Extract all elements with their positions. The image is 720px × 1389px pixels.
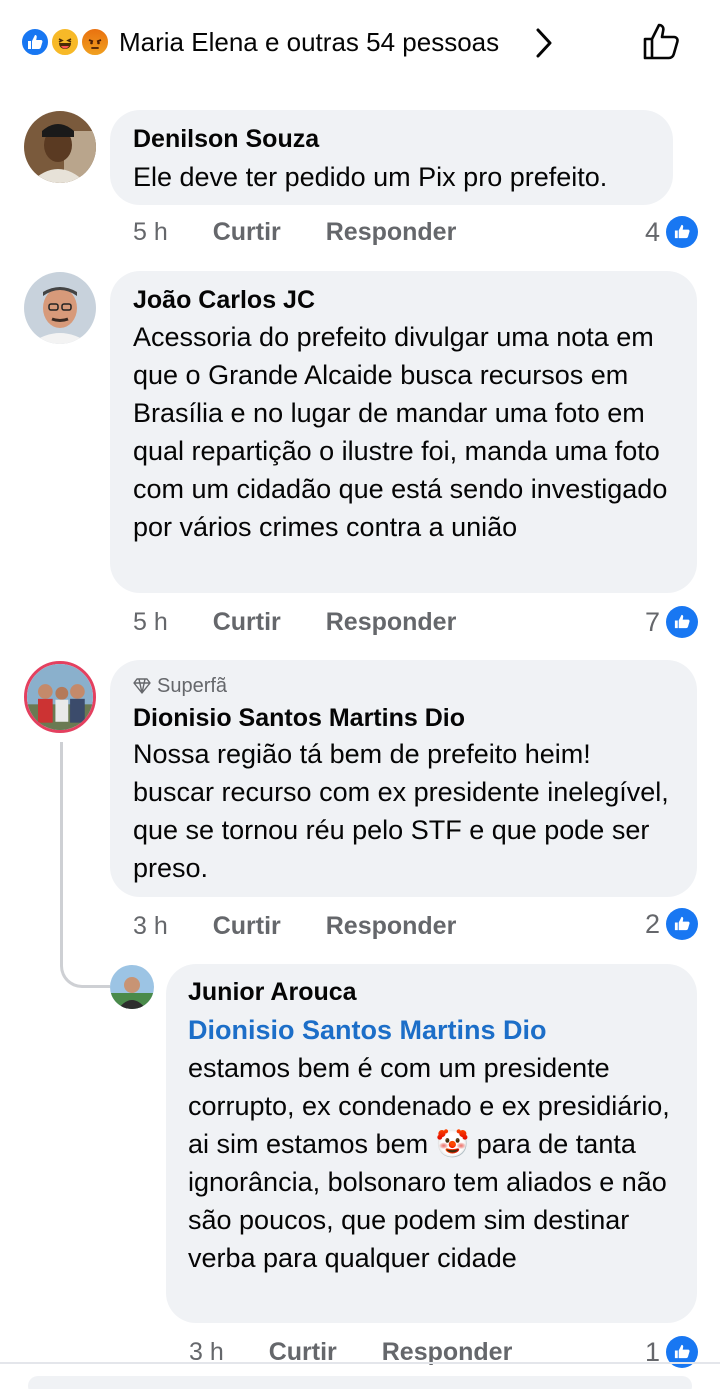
- reactions-summary-row[interactable]: Maria Elena e outras 54 pessoas: [0, 0, 720, 86]
- like-icon: [666, 606, 698, 638]
- comment-author[interactable]: Denilson Souza: [133, 123, 319, 155]
- comment-bubble: João Carlos JC Acessoria do prefeito div…: [110, 271, 697, 593]
- comment-author[interactable]: João Carlos JC: [133, 284, 315, 316]
- like-icon: [666, 216, 698, 248]
- avatar[interactable]: [110, 965, 154, 1009]
- like-button[interactable]: Curtir: [213, 910, 281, 942]
- diamond-icon: [133, 678, 151, 694]
- chevron-right-icon[interactable]: [530, 27, 558, 59]
- mention-link[interactable]: Dionisio Santos Martins Dio: [188, 1015, 547, 1045]
- top-fan-label: Superfã: [157, 675, 228, 697]
- like-count: 7: [644, 607, 660, 637]
- comment-time: 5 h: [133, 608, 168, 636]
- like-icon: [666, 908, 698, 940]
- comment-text: Ele deve ter pedido um Pix pro prefeito.: [133, 162, 608, 192]
- reply-text: Dionisio Santos Martins Dio estamos bem …: [188, 1011, 678, 1277]
- reply-button[interactable]: Responder: [326, 910, 457, 942]
- comment-text: Nossa região tá bem de prefeito heim! bu…: [133, 739, 669, 883]
- top-fan-badge: Superfã: [133, 673, 227, 699]
- comment-actions: 5 h Curtir Responder: [133, 606, 456, 638]
- comment-time: 5 h: [133, 218, 168, 246]
- comment-bubble: Denilson Souza Ele deve ter pedido um Pi…: [110, 110, 673, 205]
- reply-bubble: Junior Arouca Dionisio Santos Martins Di…: [166, 964, 697, 1323]
- angry-reaction-icon: [80, 27, 110, 57]
- comment-text: Acessoria do prefeito divulgar uma nota …: [133, 322, 668, 542]
- reply-button[interactable]: Responder: [326, 216, 457, 248]
- reaction-icons: [20, 27, 116, 57]
- reactors-summary-text[interactable]: Maria Elena e outras 54 pessoas: [119, 25, 499, 59]
- comment-actions: 5 h Curtir Responder: [133, 216, 456, 248]
- reaction-count[interactable]: 7: [620, 606, 698, 638]
- like-count: 4: [644, 217, 660, 247]
- avatar[interactable]: [24, 272, 96, 344]
- like-outline-icon[interactable]: [640, 20, 684, 64]
- comment-author[interactable]: Dionisio Santos Martins Dio: [133, 702, 465, 734]
- comment-actions: 3 h Curtir Responder: [133, 910, 456, 942]
- like-button[interactable]: Curtir: [213, 216, 281, 248]
- reply-button[interactable]: Responder: [326, 606, 457, 638]
- divider: [0, 1362, 720, 1364]
- like-count: 2: [644, 909, 660, 939]
- like-button[interactable]: Curtir: [213, 606, 281, 638]
- like-reaction-icon: [20, 27, 50, 57]
- reaction-count[interactable]: 2: [620, 908, 698, 940]
- avatar[interactable]: [24, 661, 96, 733]
- haha-reaction-icon: [50, 27, 80, 57]
- avatar[interactable]: [24, 111, 96, 183]
- comment-author[interactable]: Junior Arouca: [188, 976, 357, 1008]
- reaction-count[interactable]: 4: [620, 216, 698, 248]
- comment-input-bar[interactable]: [28, 1376, 692, 1389]
- comment-time: 3 h: [133, 912, 168, 940]
- comment-bubble: Superfã Dionisio Santos Martins Dio Noss…: [110, 660, 697, 897]
- reply-thread-line: [60, 742, 110, 988]
- clown-emoji: 🤡: [435, 1129, 470, 1159]
